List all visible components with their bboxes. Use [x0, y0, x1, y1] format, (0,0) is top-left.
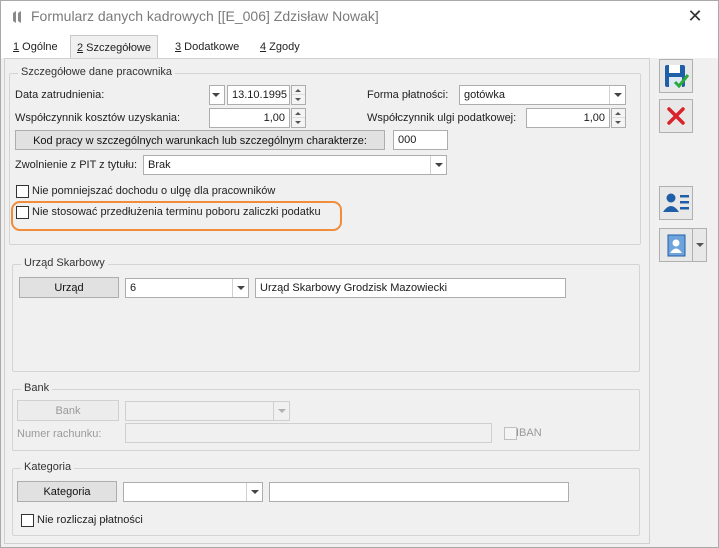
- save-icon: [665, 65, 690, 89]
- chevron-down-icon: [273, 402, 289, 420]
- cancel-button[interactable]: [659, 99, 693, 133]
- tab-label: Ogólne: [19, 41, 58, 53]
- tab-ogolne[interactable]: 1 Ogólne: [7, 37, 64, 58]
- hire-date-field[interactable]: 13.10.1995: [227, 85, 290, 105]
- tax-office-code-value: 6: [130, 282, 137, 294]
- payment-form-label: Forma płatności:: [367, 89, 449, 101]
- tab-szczegolowe[interactable]: 2 Szczegółowe: [70, 35, 158, 59]
- chevron-down-icon: [430, 156, 446, 174]
- cancel-icon: [667, 107, 685, 125]
- tax-relief-coef-spinner[interactable]: [611, 108, 626, 128]
- no-reduce-income-label: Nie pomniejszać dochodu o ulgę dla praco…: [32, 185, 276, 197]
- app-icon: [13, 11, 21, 23]
- category-button[interactable]: Kategoria: [17, 481, 117, 502]
- hire-date-spinner[interactable]: [291, 85, 306, 105]
- tab-bar: 1 Ogólne 2 Szczegółowe 3 Dodatkowe 4 Zgo…: [1, 33, 718, 59]
- category-group-legend: Kategoria: [21, 461, 75, 473]
- close-button[interactable]: ✕: [684, 5, 706, 27]
- spin-down-icon[interactable]: [292, 95, 305, 104]
- chevron-down-icon: [232, 279, 248, 297]
- hire-date-dropdown[interactable]: [209, 85, 225, 105]
- save-button[interactable]: [659, 59, 693, 93]
- spin-up-icon[interactable]: [292, 109, 305, 118]
- window-title: Formularz danych kadrowych [[E_006] Zdzi…: [31, 8, 379, 24]
- bank-select[interactable]: [125, 401, 290, 421]
- chevron-down-icon: [609, 86, 625, 104]
- chevron-down-icon: [210, 86, 224, 104]
- account-number-field[interactable]: [125, 423, 492, 443]
- details-group-legend: Szczegółowe dane pracownika: [18, 66, 176, 78]
- no-settle-payments-checkbox[interactable]: [21, 514, 34, 527]
- category-description-field[interactable]: [269, 482, 569, 502]
- category-code-select[interactable]: [123, 482, 263, 502]
- tax-relief-coef-label: Współczynnik ulgi podatkowej:: [367, 112, 517, 124]
- no-settle-payments-label: Nie rozliczaj płatności: [37, 514, 143, 526]
- title-bar: Formularz danych kadrowych [[E_006] Zdzi…: [1, 1, 718, 33]
- pit-exemption-select[interactable]: Brak: [143, 155, 447, 175]
- spin-up-icon[interactable]: [612, 109, 625, 118]
- tab-label: Zgody: [266, 41, 300, 53]
- cost-coef-spinner[interactable]: [291, 108, 306, 128]
- account-number-label: Numer rachunku:: [17, 428, 102, 440]
- tab-dodatkowe[interactable]: 3 Dodatkowe: [169, 37, 245, 58]
- spin-up-icon[interactable]: [292, 86, 305, 95]
- work-code-button[interactable]: Kod pracy w szczególnych warunkach lub s…: [15, 130, 385, 150]
- spin-down-icon[interactable]: [292, 118, 305, 127]
- iban-label: IBAN: [516, 427, 542, 439]
- contact-icon: [667, 234, 686, 257]
- employee-form-window: Formularz danych kadrowych [[E_006] Zdzi…: [0, 0, 719, 548]
- highlight-annotation: [11, 201, 342, 231]
- tab-label: Szczegółowe: [83, 42, 151, 54]
- pit-exemption-label: Zwolnienie z PIT z tytułu:: [15, 159, 138, 171]
- no-reduce-income-checkbox[interactable]: [16, 185, 29, 198]
- tab-label: Dodatkowe: [181, 41, 240, 53]
- contact-button[interactable]: [659, 228, 693, 262]
- bank-button[interactable]: Bank: [17, 400, 119, 421]
- person-card-icon: [663, 193, 689, 212]
- chevron-down-icon: [246, 483, 262, 501]
- person-card-button[interactable]: [659, 186, 693, 220]
- spin-down-icon[interactable]: [612, 118, 625, 127]
- tax-office-button[interactable]: Urząd: [19, 277, 119, 298]
- payment-form-value: gotówka: [464, 89, 505, 101]
- hire-date-label: Data zatrudnienia:: [15, 89, 105, 101]
- bank-group-legend: Bank: [21, 382, 53, 394]
- tax-office-name-field[interactable]: Urząd Skarbowy Grodzisk Mazowiecki: [255, 278, 566, 298]
- payment-form-select[interactable]: gotówka: [459, 85, 626, 105]
- contact-dropdown-button[interactable]: [693, 228, 707, 262]
- pit-exemption-value: Brak: [148, 159, 171, 171]
- cost-coef-field[interactable]: 1,00: [209, 108, 290, 128]
- tab-zgody[interactable]: 4 Zgody: [254, 37, 306, 58]
- cost-coef-label: Współczynnik kosztów uzyskania:: [15, 112, 181, 124]
- work-code-field[interactable]: 000: [393, 130, 448, 150]
- tax-relief-coef-field[interactable]: 1,00: [526, 108, 610, 128]
- tax-office-code-select[interactable]: 6: [125, 278, 249, 298]
- tax-office-group-legend: Urząd Skarbowy: [21, 257, 108, 269]
